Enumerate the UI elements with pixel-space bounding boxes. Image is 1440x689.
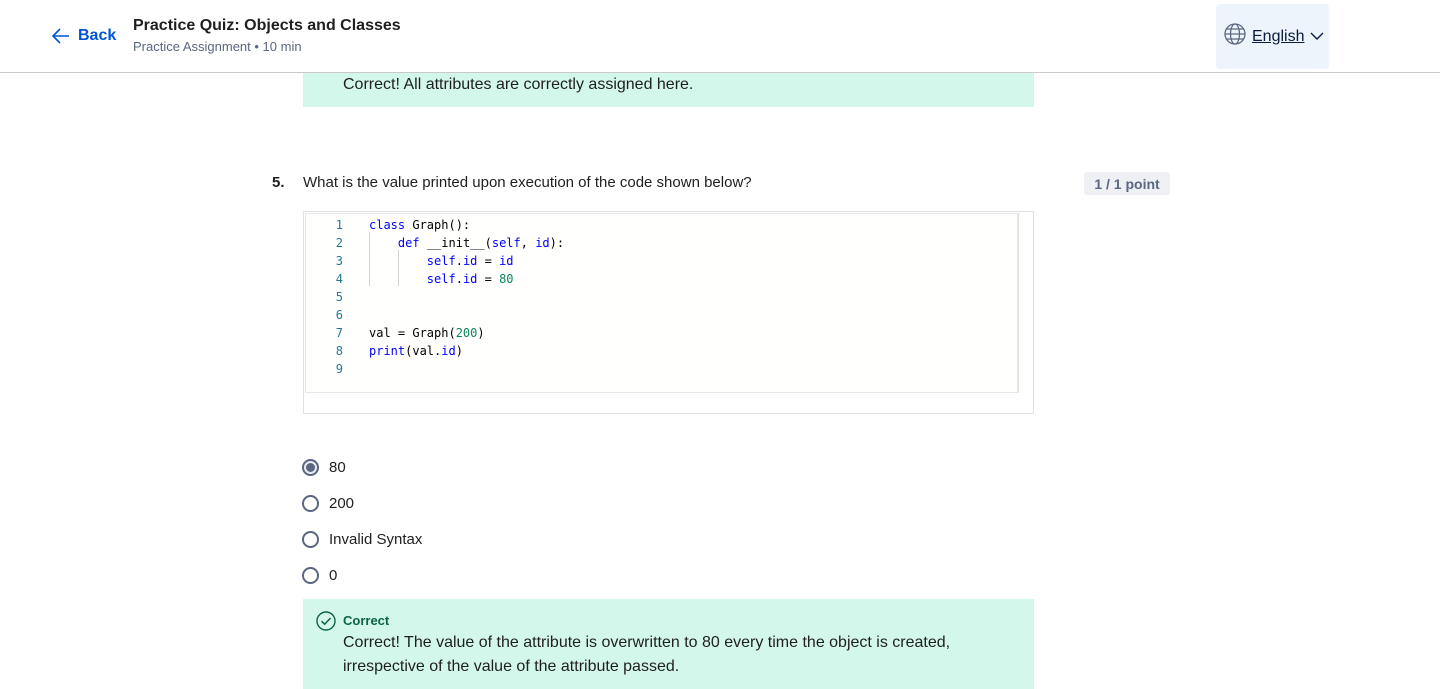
- line-number: 6: [335, 308, 343, 322]
- answer-option[interactable]: 0: [302, 564, 337, 586]
- code-line: 2 def __init__(self, id):: [306, 234, 1018, 252]
- option-label: 80: [329, 458, 346, 476]
- previous-feedback-box: Correct! All attributes are correctly as…: [303, 72, 1034, 107]
- option-label: 200: [329, 494, 355, 512]
- back-label: Back: [78, 27, 117, 44]
- line-number: 2: [335, 236, 343, 250]
- radio-button[interactable]: [302, 458, 319, 476]
- code-editor[interactable]: 1 class Graph(): 2 def __init__(self, id…: [305, 213, 1018, 393]
- chevron-down-icon: [1310, 28, 1324, 46]
- code-text: class Graph():: [369, 218, 471, 232]
- line-number: 7: [335, 326, 343, 340]
- line-number: 9: [335, 362, 343, 376]
- points-badge: 1 / 1 point: [1084, 172, 1170, 195]
- line-number: 5: [335, 290, 343, 304]
- page-titles: Practice Quiz: Objects and Classes Pract…: [133, 16, 401, 56]
- code-line: 8 print(val.id): [306, 342, 1018, 360]
- code-text: self.id = id: [426, 254, 514, 268]
- code-block: 1 class Graph(): 2 def __init__(self, id…: [303, 211, 1034, 414]
- code-line: 4 self.id = 80: [306, 270, 1018, 288]
- code-line: 9: [306, 360, 1018, 378]
- check-circle-icon: [316, 611, 336, 636]
- radio-button[interactable]: [302, 566, 319, 584]
- feedback-status: Correct: [343, 613, 390, 628]
- page-title: Practice Quiz: Objects and Classes: [133, 17, 401, 34]
- arrow-left-icon: [52, 28, 70, 44]
- answer-option[interactable]: 200: [302, 492, 354, 514]
- radio-button[interactable]: [302, 494, 319, 512]
- code-text: self.id = 80: [426, 272, 514, 286]
- code-line: 5: [306, 288, 1018, 306]
- top-header: Back Practice Quiz: Objects and Classes …: [0, 0, 1440, 73]
- code-text: def __init__(self, id):: [397, 236, 565, 250]
- previous-feedback-text: Correct! All attributes are correctly as…: [343, 76, 694, 93]
- radio-button[interactable]: [302, 530, 319, 548]
- feedback-box: Correct Correct! The value of the attrib…: [303, 599, 1034, 689]
- line-number: 4: [335, 272, 343, 286]
- code-line: 3 self.id = id: [306, 252, 1018, 270]
- back-button[interactable]: Back: [52, 24, 116, 48]
- globe-icon: [1224, 23, 1246, 50]
- code-line: 6: [306, 306, 1018, 324]
- line-number: 1: [335, 218, 343, 232]
- code-line: 1 class Graph():: [306, 216, 1018, 234]
- language-label: English: [1252, 27, 1305, 45]
- option-label: Invalid Syntax: [329, 530, 423, 548]
- code-scrollbar[interactable]: [1018, 213, 1033, 393]
- answer-option[interactable]: Invalid Syntax: [302, 528, 422, 550]
- code-line: 7 val = Graph(200): [306, 324, 1018, 342]
- line-number: 3: [335, 254, 343, 268]
- option-label: 0: [329, 566, 338, 584]
- line-number: 8: [335, 344, 343, 358]
- page-subtitle: Practice Assignment • 10 min: [133, 39, 302, 54]
- question-number: 5.: [272, 174, 285, 191]
- code-text: print(val.id): [369, 344, 463, 358]
- feedback-text: Correct! The value of the attribute is o…: [343, 634, 951, 675]
- language-selector[interactable]: English: [1216, 4, 1329, 69]
- answer-option[interactable]: 80: [302, 456, 346, 478]
- code-text: val = Graph(200): [369, 326, 485, 340]
- question-text: What is the value printed upon execution…: [303, 174, 752, 191]
